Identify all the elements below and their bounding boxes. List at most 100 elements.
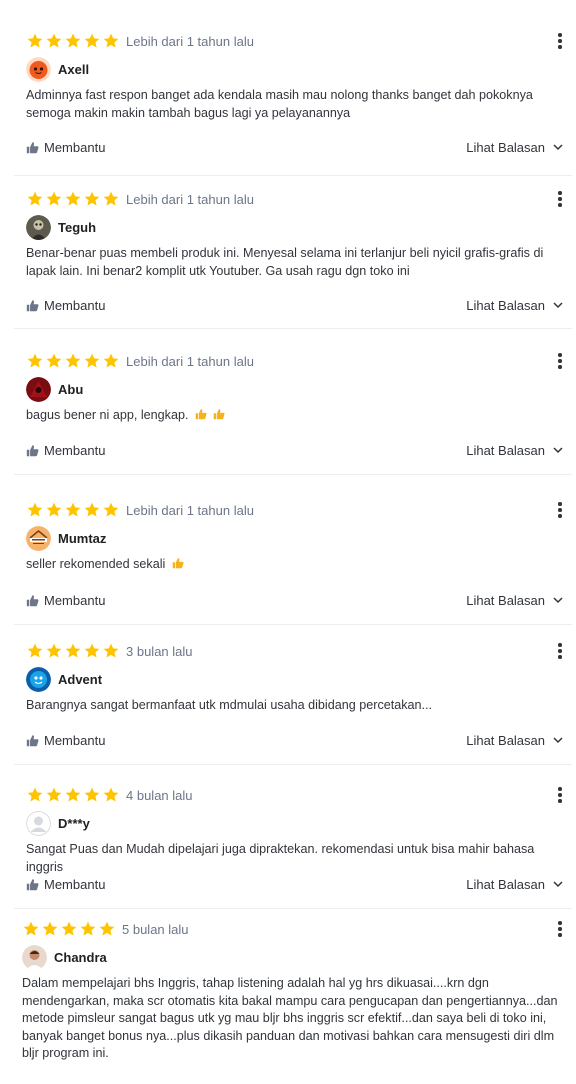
star-rating <box>26 32 120 50</box>
helpful-label: Membantu <box>44 139 106 155</box>
helpful-button[interactable]: Membantu <box>26 593 105 608</box>
review-card: 5 bulan lalu Chandra Dalam mempelajari b… <box>14 918 572 1084</box>
star-icon <box>46 502 62 517</box>
star-icon <box>27 33 43 48</box>
view-replies-button[interactable]: Lihat Balasan <box>466 733 564 748</box>
reviewer-name: Axell <box>58 62 90 77</box>
view-replies-button[interactable]: Lihat Balasan <box>466 877 564 892</box>
helpful-label: Membantu <box>44 732 106 748</box>
review-header: 3 bulan lalu <box>26 640 193 662</box>
star-icon <box>103 787 119 802</box>
more-options-icon[interactable] <box>550 350 570 372</box>
star-icon <box>46 353 62 368</box>
orange-mascot-avatar <box>26 57 51 82</box>
review-list: Lebih dari 1 tahun lalu Axell Adminnya f… <box>0 0 576 1084</box>
reviewer-name: Abu <box>58 382 84 397</box>
star-icon <box>84 787 100 802</box>
helpful-label: Membantu <box>44 297 106 313</box>
star-icon <box>27 191 43 206</box>
thumbs-up-emoji <box>214 409 225 420</box>
star-rating <box>22 920 116 938</box>
view-replies-button[interactable]: Lihat Balasan <box>466 443 564 458</box>
view-replies-button[interactable]: Lihat Balasan <box>466 593 564 608</box>
more-options-icon[interactable] <box>550 188 570 210</box>
review-header: Lebih dari 1 tahun lalu <box>26 350 254 372</box>
default-user-avatar <box>26 811 51 836</box>
review-header: 5 bulan lalu <box>22 918 189 940</box>
reviewer: Teguh <box>26 215 96 240</box>
star-icon <box>23 921 39 936</box>
red-photo-avatar <box>26 377 51 402</box>
review-text: Barangnya sangat bermanfaat utk mdmulai … <box>26 698 433 712</box>
review-footer: Membantu Lihat Balasan <box>26 873 564 895</box>
star-rating <box>26 501 120 519</box>
star-rating <box>26 190 120 208</box>
star-icon <box>42 921 58 936</box>
helpful-button[interactable]: Membantu <box>26 443 105 458</box>
review-time: Lebih dari 1 tahun lalu <box>126 191 254 207</box>
star-icon <box>65 787 81 802</box>
more-options-icon[interactable] <box>550 499 570 521</box>
view-replies-label: Lihat Balasan <box>466 442 545 458</box>
helpful-button[interactable]: Membantu <box>26 877 105 892</box>
review-time: 5 bulan lalu <box>122 921 189 937</box>
star-icon <box>27 353 43 368</box>
view-replies-label: Lihat Balasan <box>466 139 545 155</box>
review-text: Dalam mempelajari bhs Inggris, tahap lis… <box>22 976 558 1060</box>
more-options-icon[interactable] <box>550 640 570 662</box>
reviewer-name: Mumtaz <box>58 531 107 546</box>
review-footer: Membantu Lihat Balasan <box>26 439 564 461</box>
star-icon <box>84 643 100 658</box>
shop-logo-avatar <box>26 526 51 551</box>
more-options-icon[interactable] <box>550 30 570 52</box>
more-options-icon[interactable] <box>550 918 570 940</box>
reviewer: Advent <box>26 667 102 692</box>
review-footer: Membantu Lihat Balasan <box>26 294 564 316</box>
review-time: 4 bulan lalu <box>126 787 193 803</box>
chevron-down-icon <box>553 737 563 744</box>
star-icon <box>84 33 100 48</box>
star-rating <box>26 642 120 660</box>
view-replies-label: Lihat Balasan <box>466 592 545 608</box>
star-icon <box>27 787 43 802</box>
thumbs-up-icon <box>26 141 39 153</box>
thumbs-up-icon <box>26 444 39 456</box>
star-rating <box>26 786 120 804</box>
star-icon <box>46 643 62 658</box>
review-text: Benar-benar puas membeli produk ini. Men… <box>26 246 544 278</box>
review-text: Sangat Puas dan Mudah dipelajari juga di… <box>26 842 535 874</box>
star-icon <box>65 191 81 206</box>
review-card: 4 bulan lalu D***y Sangat Puas dan Mudah… <box>14 784 572 909</box>
view-replies-button[interactable]: Lihat Balasan <box>466 140 564 155</box>
view-replies-button[interactable]: Lihat Balasan <box>466 298 564 313</box>
helpful-button[interactable]: Membantu <box>26 298 105 313</box>
star-icon <box>65 643 81 658</box>
reviewer-name: Teguh <box>58 220 97 235</box>
star-icon <box>99 921 115 936</box>
reviewer-name: Advent <box>58 672 103 687</box>
star-icon <box>65 33 81 48</box>
thumbs-up-icon <box>26 878 39 890</box>
reviewer-name: Chandra <box>54 950 107 965</box>
star-icon <box>84 353 100 368</box>
helpful-button[interactable]: Membantu <box>26 140 105 155</box>
star-icon <box>61 921 77 936</box>
chevron-down-icon <box>553 597 563 604</box>
more-options-icon[interactable] <box>550 784 570 806</box>
reviewer: Abu <box>26 377 83 402</box>
helpful-label: Membantu <box>44 592 106 608</box>
thumbs-up-emoji <box>172 558 184 569</box>
review-text-wrap: seller rekomended sekali <box>26 556 566 574</box>
helpful-button[interactable]: Membantu <box>26 733 105 748</box>
review-text-wrap: bagus bener ni app, lengkap. <box>26 407 566 425</box>
star-icon <box>27 643 43 658</box>
star-icon <box>46 191 62 206</box>
thumbs-up-icon <box>26 594 39 606</box>
review-text: seller rekomended sekali <box>26 557 166 571</box>
star-icon <box>103 33 119 48</box>
thumbs-up-emoji <box>195 409 207 420</box>
chevron-down-icon <box>553 144 563 151</box>
reviewer: D***y <box>26 811 90 836</box>
review-time: 3 bulan lalu <box>126 643 193 659</box>
thumbs-up-icon <box>26 299 39 311</box>
